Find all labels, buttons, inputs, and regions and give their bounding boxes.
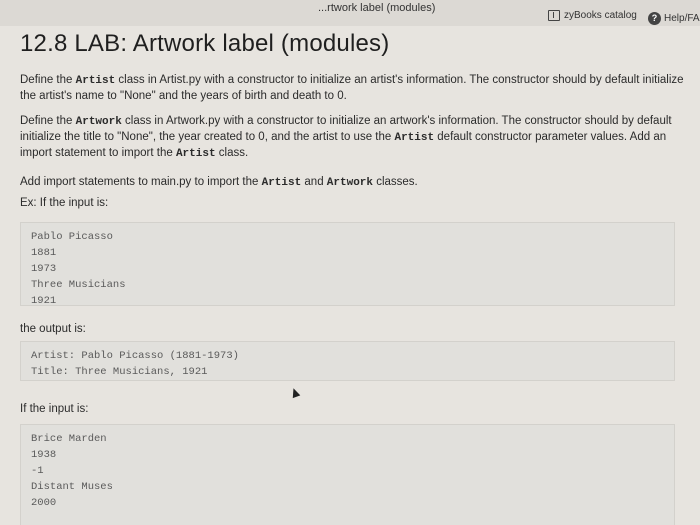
second-input-panel: Brice Marden 1938 -1 Distant Muses 2000 — [20, 424, 675, 525]
example-input-panel: Pablo Picasso 1881 1973 Three Musicians … — [20, 222, 675, 307]
input-line: 1921 — [31, 295, 57, 307]
book-icon — [548, 10, 560, 21]
help-faq-link[interactable]: ? Help/FAQ — [648, 12, 700, 25]
output-label: the output is: — [20, 323, 86, 335]
input-line: Pablo Picasso — [31, 231, 113, 243]
catalog-label: zyBooks catalog — [564, 10, 637, 21]
help-label: Help/FAQ — [664, 13, 700, 24]
page-title: 12.8 LAB: Artwork label (modules) — [20, 30, 390, 57]
example-output-panel: Artist: Pablo Picasso (1881-1973) Title:… — [20, 341, 675, 381]
input-line: Three Musicians — [31, 279, 126, 291]
input-line: 1973 — [31, 263, 57, 275]
input-line: 1938 — [31, 449, 57, 461]
input-line: -1 — [31, 465, 44, 477]
input-line: 1881 — [31, 247, 57, 259]
browser-top-bar: ...rtwork label (modules) zyBooks catalo… — [0, 0, 700, 26]
input-line: 2000 — [31, 497, 57, 509]
mouse-cursor-icon — [289, 386, 301, 399]
output-line: Title: Three Musicians, 1921 — [31, 366, 208, 378]
breadcrumb[interactable]: ...rtwork label (modules) — [318, 2, 435, 14]
zybooks-catalog-link[interactable]: zyBooks catalog — [548, 10, 637, 21]
second-input-label: If the input is: — [20, 403, 89, 415]
instruction-artwork: Define the Artwork class in Artwork.py w… — [20, 115, 672, 160]
input-line: Brice Marden — [31, 433, 107, 445]
input-line: Distant Muses — [31, 481, 113, 493]
instruction-main: Add import statements to main.py to impo… — [20, 176, 418, 189]
instruction-artist: Define the Artist class in Artist.py wit… — [20, 74, 684, 102]
output-line: Artist: Pablo Picasso (1881-1973) — [31, 350, 239, 362]
example-label: Ex: If the input is: — [20, 197, 109, 209]
question-icon: ? — [648, 12, 661, 25]
